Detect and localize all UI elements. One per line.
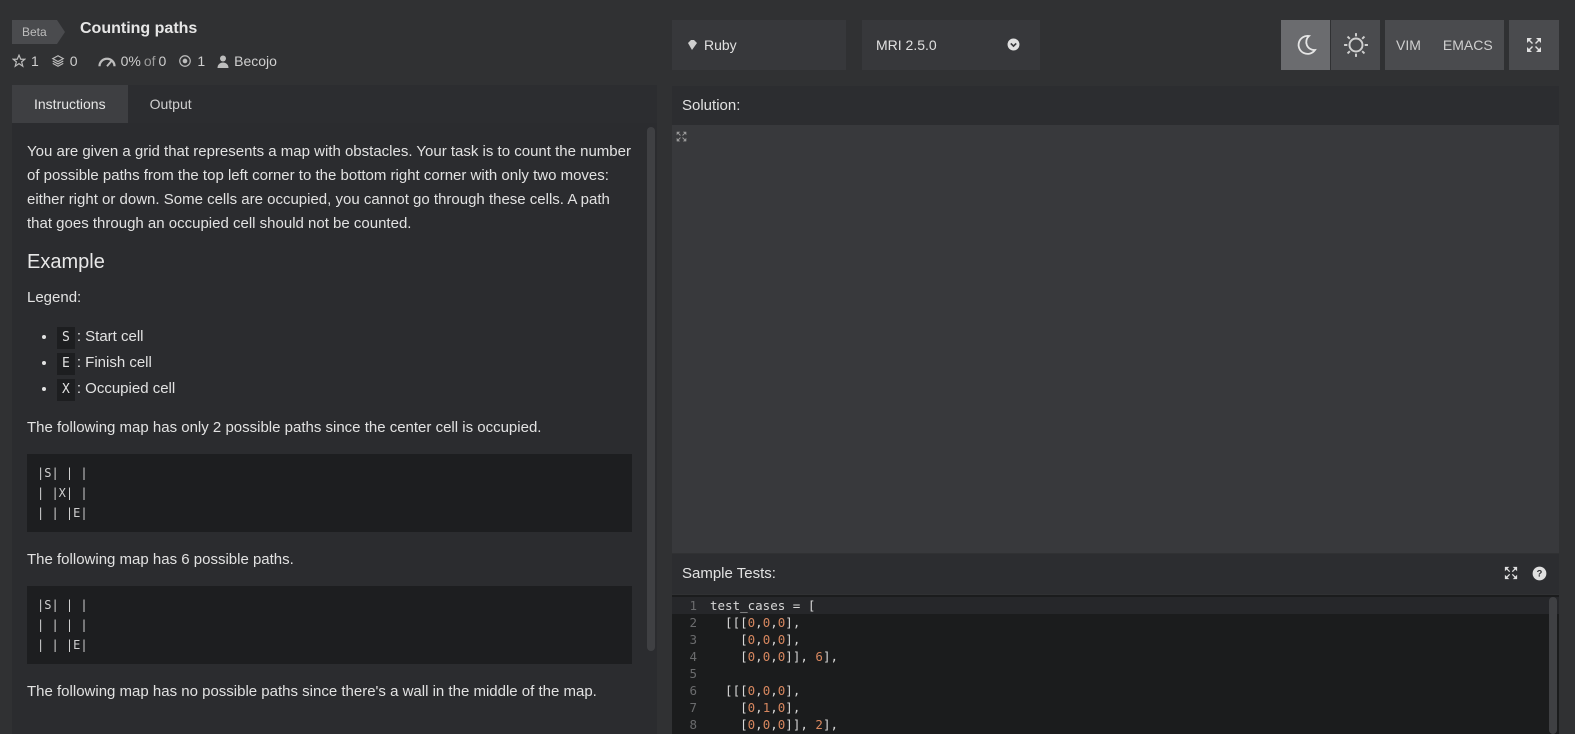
help-icon[interactable]: ? <box>1532 566 1547 581</box>
map1-code-block: |S| | | | |X| | | | |E| <box>27 454 632 532</box>
collections-count: 0 <box>69 53 78 69</box>
sample-tests-label: Sample Tests: <box>682 565 776 582</box>
code-line: 2 [[[0,0,0], <box>672 614 1559 631</box>
instructions-scrollbar[interactable] <box>645 123 657 734</box>
kata-header: Beta Counting paths 1 0 0% of 0 1 Becojo… <box>0 0 1575 84</box>
legend-list: S: Start cell E: Finish cell X: Occupied… <box>27 324 632 402</box>
line-code: test_cases = [ <box>710 598 816 613</box>
vim-button[interactable]: VIM <box>1385 37 1432 53</box>
gauge-icon <box>97 57 116 67</box>
line-code: [[[0,0,0], <box>710 683 801 698</box>
map3-description: The following map has no possible paths … <box>27 683 597 700</box>
ruby-icon <box>688 40 697 50</box>
instructions-panel: You are given a grid that represents a m… <box>12 123 657 734</box>
list-item: X: Occupied cell <box>57 376 632 402</box>
tab-instructions[interactable]: Instructions <box>12 85 128 123</box>
inline-code: E <box>57 353 75 375</box>
code-lines: 1 test_cases = [2 [[[0,0,0], 3 [0,0,0], 4 [… <box>672 595 1559 733</box>
code-line: 4 [0,0,0]], 6], <box>672 648 1559 665</box>
line-number: 2 <box>689 615 697 630</box>
of-label: of <box>143 53 156 69</box>
expand-editor-icon[interactable] <box>676 131 687 142</box>
line-number: 6 <box>689 683 697 698</box>
inline-code: S <box>57 327 75 349</box>
line-number: 4 <box>689 649 697 664</box>
line-number: 7 <box>689 700 697 715</box>
tab-output[interactable]: Output <box>128 85 214 123</box>
code-line: 8 [0,0,0]], 2], <box>672 716 1559 733</box>
completed-count: 1 <box>197 53 206 69</box>
sample-tests-actions: ? <box>1504 566 1547 581</box>
moon-icon <box>1297 35 1317 55</box>
line-number: 3 <box>689 632 697 647</box>
legend-text: : Occupied cell <box>76 380 176 397</box>
layers-icon <box>51 55 65 67</box>
sun-icon <box>1343 33 1368 57</box>
example-heading: Example <box>27 251 105 273</box>
code-line: 5 <box>672 665 1559 682</box>
kata-title: Counting paths <box>80 20 198 37</box>
stars-count: 1 <box>31 53 39 69</box>
line-number: 5 <box>689 666 697 681</box>
line-code: [[[0,0,0], <box>710 615 801 630</box>
satisfaction-stat: 0% of 0 <box>97 53 167 69</box>
instructions-content: You are given a grid that represents a m… <box>27 140 632 718</box>
svg-text:?: ? <box>1537 569 1543 579</box>
line-code: [0,0,0]], 6], <box>710 649 838 664</box>
line-code: [0,1,0], <box>710 700 801 715</box>
code-line: 3 [0,0,0], <box>672 631 1559 648</box>
sample-tests-header: Sample Tests: ? <box>672 554 1559 594</box>
target-icon <box>179 55 192 67</box>
sample-tests-editor[interactable]: 1 test_cases = [2 [[[0,0,0], 3 [0,0,0], 4 [… <box>672 595 1559 734</box>
list-item: S: Start cell <box>57 324 632 350</box>
beta-badge: Beta <box>12 20 65 44</box>
chevron-down-icon <box>1007 38 1020 51</box>
votes-count: 0 <box>158 53 167 69</box>
instruction-tabs: Instructions Output <box>12 85 657 123</box>
map1-description: The following map has only 2 possible pa… <box>27 419 542 436</box>
stars-stat[interactable]: 1 <box>12 53 39 69</box>
map2-code-block: |S| | | | | | | | | |E| <box>27 586 632 664</box>
keymap-toggle: VIM EMACS <box>1385 20 1504 70</box>
solution-editor[interactable] <box>672 125 1559 553</box>
completed-stat: 1 <box>178 53 205 69</box>
language-selector[interactable]: Ruby <box>672 20 846 70</box>
expand-icon[interactable] <box>1504 566 1518 580</box>
intro-paragraph: You are given a grid that represents a m… <box>27 143 631 232</box>
legend-text: : Start cell <box>76 328 144 345</box>
fullscreen-button[interactable] <box>1509 20 1559 70</box>
line-code: [0,0,0], <box>710 632 801 647</box>
line-number: 1 <box>689 598 697 613</box>
code-line: 6 [[[0,0,0], <box>672 682 1559 699</box>
satisfaction-value: 0% <box>120 53 141 69</box>
list-item: E: Finish cell <box>57 350 632 376</box>
code-line: 7 [0,1,0], <box>672 699 1559 716</box>
code-line: 1 test_cases = [ <box>672 597 1559 614</box>
line-code: [0,0,0]], 2], <box>710 717 838 732</box>
line-number: 8 <box>689 717 697 732</box>
legend-label: Legend: <box>27 289 82 306</box>
author-stat[interactable]: Becojo <box>217 53 277 69</box>
version-label: MRI 2.5.0 <box>876 37 937 53</box>
solution-header: Solution: <box>672 86 1559 125</box>
map2-description: The following map has 6 possible paths. <box>27 551 294 568</box>
scrollbar-thumb[interactable] <box>647 127 655 651</box>
inline-code: X <box>57 379 75 401</box>
version-select[interactable]: MRI 2.5.0 <box>862 20 1040 70</box>
expand-icon <box>1527 38 1541 52</box>
user-icon <box>217 55 229 68</box>
light-theme-button[interactable] <box>1331 20 1380 70</box>
emacs-button[interactable]: EMACS <box>1432 37 1504 53</box>
dark-theme-button[interactable] <box>1281 20 1330 70</box>
author-name: Becojo <box>234 53 277 69</box>
star-icon <box>12 54 26 68</box>
kata-stats: 1 0 0% of 0 1 Becojo <box>12 53 289 69</box>
tests-scrollbar[interactable] <box>1549 597 1557 734</box>
collections-stat: 0 <box>51 53 78 69</box>
legend-text: : Finish cell <box>76 354 152 371</box>
language-label: Ruby <box>704 37 737 53</box>
